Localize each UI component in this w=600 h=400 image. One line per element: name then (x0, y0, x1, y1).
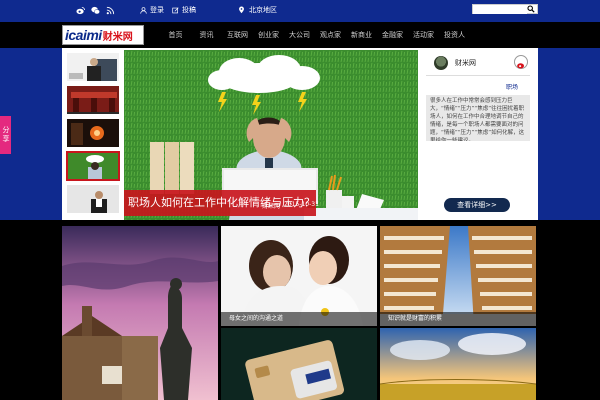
nav-item-events[interactable]: 活动家 (408, 22, 439, 48)
nav-menu: 首页 资讯 互联网 创业家 大公司 观点家 新商业 金融家 活动家 投资人 (160, 22, 470, 48)
weibo-share-icon[interactable] (514, 55, 528, 69)
nav-item-news[interactable]: 资讯 (191, 22, 222, 48)
hero-author: 财米网 (262, 203, 281, 210)
nav-item-investor[interactable]: 投资人 (439, 22, 470, 48)
nav-item-internet[interactable]: 互联网 (222, 22, 253, 48)
search-icon (527, 5, 535, 13)
logo-text-en: icaimi (65, 27, 102, 43)
nav-item-business[interactable]: 新商业 (346, 22, 377, 48)
rss-icon[interactable] (106, 6, 115, 15)
login-link[interactable]: 登录 (140, 5, 164, 15)
search-box (472, 4, 538, 14)
site-logo[interactable]: icaimi 财米网 (62, 25, 144, 45)
wechat-icon[interactable] (91, 6, 100, 15)
location-pin-icon (239, 6, 244, 14)
summary-text: 很多人在工作中常常会感到压力巨大，“情绪”“压力”“焦虑”往往困扰着职场人，如何… (426, 95, 530, 141)
page: 登录 投稿 北京地区 icaimi 财米网 首页 资讯 互联网 创业家 大公司 … (0, 0, 600, 400)
location-label: 北京地区 (249, 6, 277, 14)
nav-item-home[interactable]: 首页 (160, 22, 191, 48)
search-input[interactable] (473, 6, 527, 14)
thumbnail-1[interactable] (66, 52, 120, 82)
divider (426, 75, 530, 76)
tile-landscape[interactable] (380, 328, 536, 400)
thumbnail-2[interactable] (66, 85, 120, 115)
user-icon (140, 6, 147, 14)
account-links: 登录 投稿 (140, 5, 196, 15)
submit-link[interactable]: 投稿 (172, 5, 196, 15)
view-detail-button[interactable]: 查看详细>> (444, 198, 510, 212)
tile-statue[interactable] (62, 226, 218, 400)
hero-date: 2015-10-31 (284, 201, 319, 208)
avatar[interactable] (434, 56, 448, 70)
submit-label: 投稿 (182, 6, 196, 14)
nav-item-startup[interactable]: 创业家 (253, 22, 284, 48)
tile-mother-daughter[interactable]: 母女之间的沟通之道 (221, 226, 377, 326)
author-name[interactable]: 财米网 (455, 58, 476, 68)
edit-icon (172, 6, 179, 13)
tile-caption: 母女之间的沟通之道 (221, 312, 377, 326)
share-tab[interactable]: 分享 (0, 116, 11, 154)
nav-item-finance[interactable]: 金融家 (377, 22, 408, 48)
thumbnail-4-active[interactable] (66, 151, 120, 181)
login-label: 登录 (150, 6, 164, 14)
nav-item-opinion[interactable]: 观点家 (315, 22, 346, 48)
nav-item-bigcorp[interactable]: 大公司 (284, 22, 315, 48)
category-tag[interactable]: 职场 (506, 82, 518, 91)
hero-meta: 财米网 2015-10-31 (262, 201, 319, 210)
social-links (76, 6, 115, 15)
main-nav: icaimi 财米网 首页 资讯 互联网 创业家 大公司 观点家 新商业 金融家… (0, 22, 600, 48)
thumbnail-5[interactable] (66, 184, 120, 214)
logo-text-cn: 财米网 (102, 31, 133, 43)
top-bar: 登录 投稿 北京地区 (0, 0, 600, 22)
tile-caption: 知识就是财富的积累 (380, 312, 536, 326)
side-panel: 财米网 职场 很多人在工作中常常会感到压力巨大，“情绪”“压力”“焦虑”往往困扰… (418, 50, 538, 220)
tile-cards[interactable] (221, 328, 377, 400)
weibo-icon[interactable] (76, 6, 85, 15)
thumbnail-3[interactable] (66, 118, 120, 148)
location-selector[interactable]: 北京地区 (238, 5, 277, 15)
search-button[interactable] (527, 5, 536, 13)
tile-books[interactable]: 知识就是财富的积累 (380, 226, 536, 326)
